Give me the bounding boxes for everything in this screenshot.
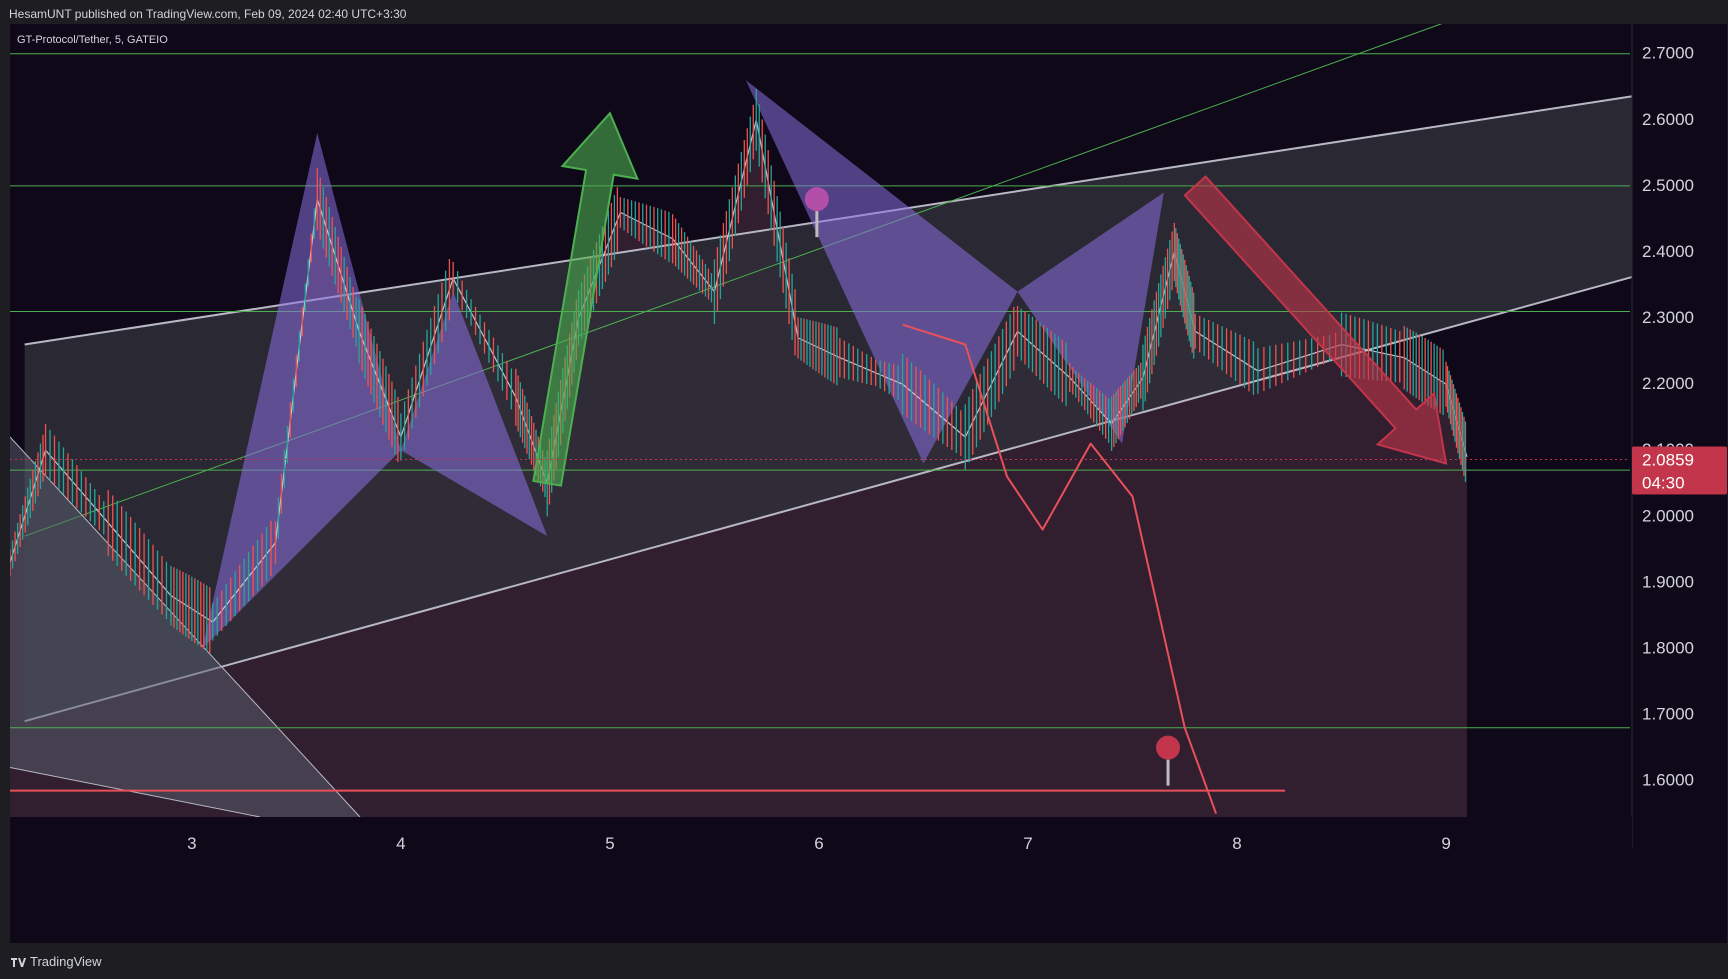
- time-tick-label: 7: [1023, 834, 1032, 853]
- time-tick-label: 6: [814, 834, 823, 853]
- time-tick-label: 9: [1441, 834, 1450, 853]
- time-tick-label: 4: [396, 834, 405, 853]
- bar-countdown: 04:30: [1642, 474, 1685, 493]
- price-tick-label: 1.8000: [1642, 638, 1694, 657]
- price-tick-label: 1.6000: [1642, 771, 1694, 790]
- chart-frame[interactable]: 2.70002.60002.50002.40002.30002.20002.10…: [10, 24, 1727, 943]
- time-tick-label: 5: [605, 834, 614, 853]
- time-tick-label: 8: [1232, 834, 1241, 853]
- time-tick-label: 3: [187, 834, 196, 853]
- last-price-value: 2.0859: [1642, 451, 1694, 470]
- tradingview-logo-icon: [11, 957, 26, 967]
- price-tick-label: 1.9000: [1642, 572, 1694, 591]
- brand[interactable]: TradingView: [10, 954, 102, 969]
- brand-name: TradingView: [30, 954, 102, 969]
- publish-line: HesamUNT published on TradingView.com, F…: [9, 7, 407, 21]
- price-tick-label: 2.7000: [1642, 44, 1694, 63]
- price-tick-label: 2.3000: [1642, 308, 1694, 327]
- price-tick-label: 2.2000: [1642, 374, 1694, 393]
- symbol-label: GT-Protocol/Tether, 5, GATEIO: [17, 34, 168, 46]
- footer-bar: [0, 944, 1728, 979]
- price-tick-label: 2.0000: [1642, 506, 1694, 525]
- publish-header: HesamUNT published on TradingView.com, F…: [0, 0, 1728, 26]
- price-tick-label: 1.7000: [1642, 705, 1694, 724]
- price-tick-label: 2.5000: [1642, 176, 1694, 195]
- price-tick-label: 2.4000: [1642, 242, 1694, 261]
- price-tick-label: 2.6000: [1642, 110, 1694, 129]
- price-chart[interactable]: 2.70002.60002.50002.40002.30002.20002.10…: [10, 24, 1727, 943]
